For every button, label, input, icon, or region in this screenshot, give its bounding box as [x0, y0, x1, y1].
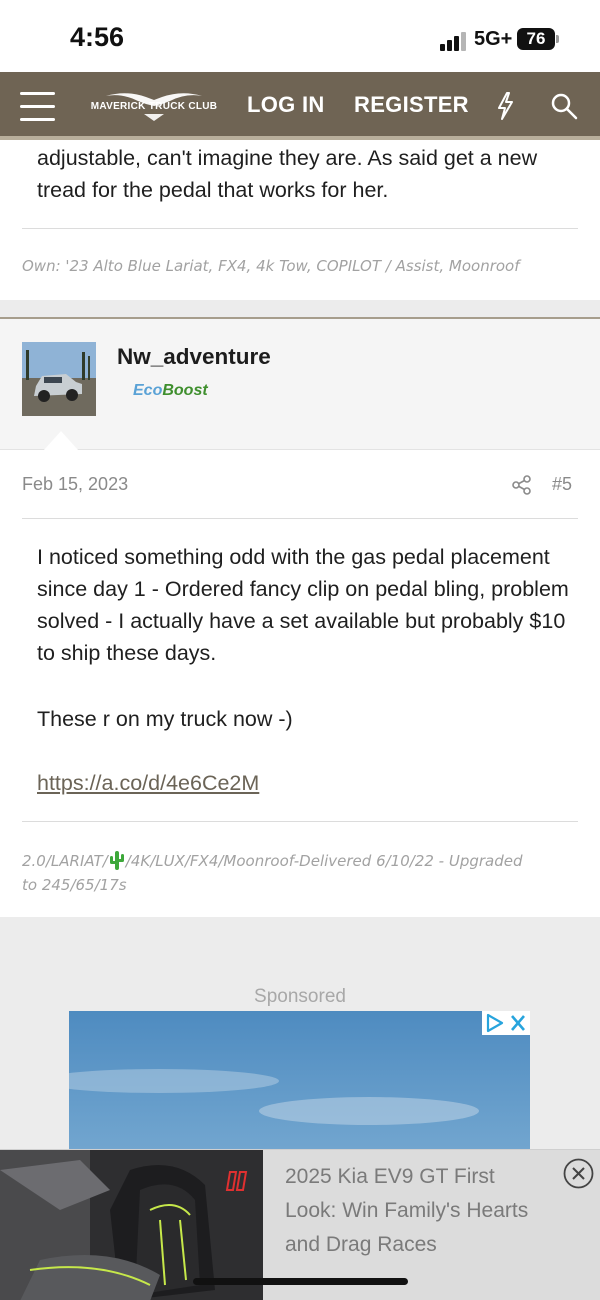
- post-link[interactable]: https://a.co/d/4e6Ce2M: [37, 767, 259, 799]
- previous-post-signature: Own: '23 Alto Blue Lariat, FX4, 4k Tow, …: [22, 257, 520, 275]
- status-bar: 4:56 5G+ 76: [0, 0, 600, 72]
- post-username[interactable]: Nw_adventure: [117, 344, 271, 370]
- signature-text: 2.0/LARIAT/: [22, 852, 108, 870]
- divider: [22, 821, 578, 822]
- user-badge: EcoBoost: [133, 382, 208, 400]
- signal-strength-icon: [440, 31, 470, 51]
- post-number[interactable]: #5: [552, 474, 572, 495]
- header-pointer: [43, 431, 79, 451]
- post-body-paragraph: I noticed something odd with the gas ped…: [37, 545, 569, 665]
- status-time: 4:56: [70, 22, 125, 52]
- network-type: 5G+: [474, 28, 513, 50]
- share-icon[interactable]: [511, 474, 533, 496]
- divider: [22, 228, 578, 229]
- search-icon[interactable]: [550, 92, 578, 120]
- post-signature: 2.0/LARIAT/ /4K/LUX/FX4/Moonroof-Deliver…: [22, 849, 542, 897]
- menu-icon[interactable]: [20, 92, 55, 121]
- ad-title[interactable]: 2025 Kia EV9 GT First Look: Win Family's…: [285, 1160, 545, 1262]
- post-body-paragraph: These r on my truck now -): [37, 707, 293, 731]
- login-link[interactable]: LOG IN: [247, 92, 325, 118]
- ad-choices-icon: [486, 1013, 525, 1033]
- bolt-icon[interactable]: [494, 91, 516, 121]
- truck-photo: [22, 342, 96, 416]
- battery-icon: 76: [517, 28, 555, 50]
- register-link[interactable]: REGISTER: [354, 92, 469, 118]
- previous-post-body: adjustable, can't imagine they are. As s…: [37, 146, 538, 202]
- ad-choices[interactable]: [482, 1011, 530, 1035]
- post-author-header: Nw_adventure EcoBoost: [0, 319, 600, 451]
- badge-boost: Boost: [162, 382, 208, 399]
- site-logo[interactable]: MAVERICK TRUCK CLUB: [86, 88, 222, 124]
- previous-post: adjustable, can't imagine they are. As s…: [0, 140, 600, 300]
- forum-post: Nw_adventure EcoBoost Feb 15, 2023 #5 I …: [0, 317, 600, 917]
- battery-nub: [556, 35, 559, 43]
- cactus-icon: [109, 851, 124, 870]
- sponsored-label: Sponsored: [254, 986, 346, 1007]
- post-date[interactable]: Feb 15, 2023: [22, 474, 128, 495]
- close-icon[interactable]: [563, 1158, 594, 1189]
- badge-eco: Eco: [133, 382, 163, 399]
- avatar[interactable]: [22, 342, 96, 416]
- home-indicator[interactable]: [193, 1278, 408, 1285]
- divider: [22, 518, 578, 519]
- logo-text: MAVERICK TRUCK CLUB: [90, 101, 218, 112]
- site-navbar: MAVERICK TRUCK CLUB LOG IN REGISTER: [0, 72, 600, 140]
